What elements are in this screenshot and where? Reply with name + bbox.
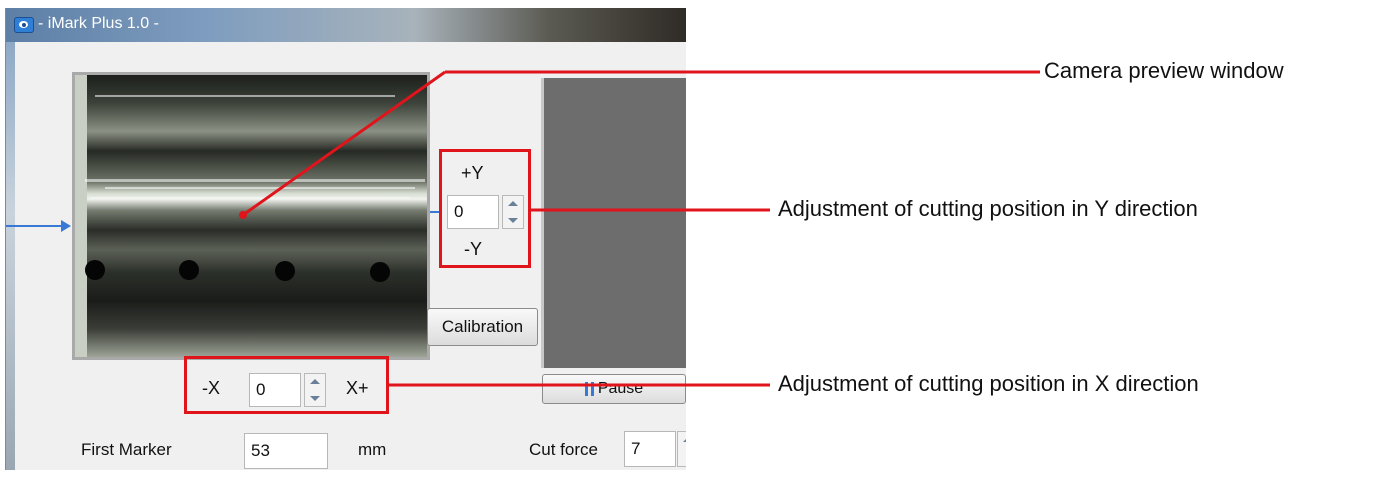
camera-leader-dot <box>239 211 247 219</box>
y-callout-text: Adjustment of cutting position in Y dire… <box>778 196 1198 221</box>
x-adjust-highlight <box>184 356 389 414</box>
x-callout-text: Adjustment of cutting position in X dire… <box>778 371 1199 396</box>
camera-callout-text: Camera preview window <box>1044 58 1284 83</box>
camera-leader-diagonal <box>242 70 446 217</box>
y-adjust-highlight <box>439 149 531 268</box>
